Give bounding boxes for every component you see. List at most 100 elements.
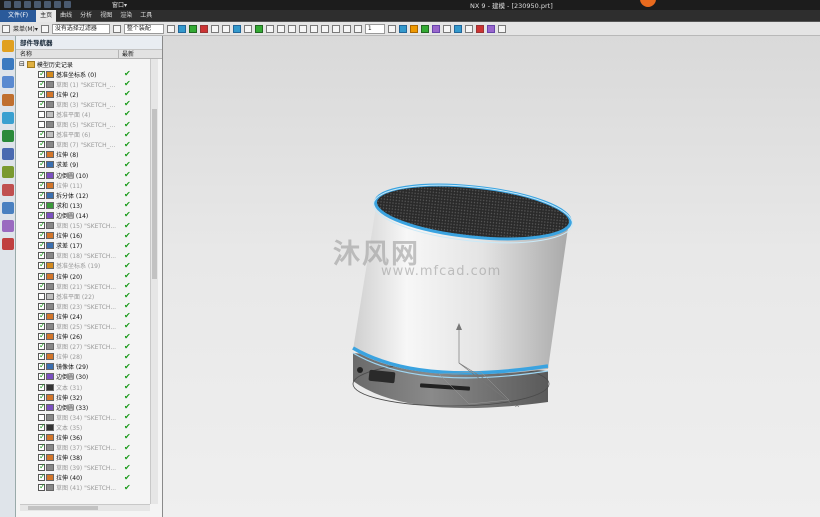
chevron-down-icon[interactable] [166,24,175,33]
tree-node[interactable]: 草图 (21) "SKETCH... ✔ [16,281,149,291]
tab-home[interactable]: 主页 [36,9,57,22]
process-studio-icon[interactable] [2,184,14,196]
paste-icon[interactable] [54,1,61,8]
visibility-checkbox[interactable] [38,311,46,320]
tree-node[interactable]: 拉伸 (32) ✔ [16,392,149,402]
snap-grid-icon[interactable] [254,24,263,33]
tab-analysis[interactable]: 分析 [76,10,96,22]
tree-node[interactable]: 草图 (18) "SKETCH... ✔ [16,250,149,261]
tree-node[interactable]: 拉伸 (20) ✔ [16,271,149,281]
tab-render[interactable]: 渲染 [116,10,136,22]
tree-node[interactable]: 拉伸 (11) ✔ [16,180,149,190]
assembly-navigator-icon[interactable] [2,40,14,52]
rectangle-select-icon[interactable] [221,24,230,33]
tree-node[interactable]: 镜像体 (29) ✔ [16,361,149,372]
point-icon[interactable] [309,24,318,33]
tree-node[interactable]: 拉伸 (2) ✔ [16,89,149,99]
chevron-down-icon[interactable] [112,24,121,33]
tree-node[interactable]: 草图 (15) "SKETCH... ✔ [16,220,149,231]
visibility-checkbox[interactable] [38,432,46,442]
tree-node[interactable]: 求和 (13) ✔ [16,200,149,210]
visibility-checkbox[interactable] [38,129,46,139]
tree-node[interactable]: 拉伸 (36) ✔ [16,432,149,442]
tree-node[interactable]: 求差 (9) ✔ [16,159,149,170]
visibility-checkbox[interactable] [38,69,46,78]
filter-icon[interactable] [188,24,197,33]
gear-icon[interactable] [2,24,10,33]
tree-node[interactable]: 草图 (25) "SKETCH... ✔ [16,321,149,331]
tree-node[interactable]: 边倒圆 (10) ✔ [16,170,149,180]
tree-node[interactable]: 基准平面 (4) ✔ [16,109,149,119]
tree-node[interactable]: 拉伸 (16) ✔ [16,230,149,241]
part-navigator-icon[interactable] [2,76,14,88]
selection-intent-icon[interactable] [232,24,241,33]
tree-node[interactable]: 草图 (34) "SKETCH... ✔ [16,412,149,422]
history-icon[interactable] [2,148,14,160]
tree-node[interactable]: 草图 (39) "SKETCH... ✔ [16,462,149,473]
visibility-checkbox[interactable] [38,139,46,149]
tree-node[interactable]: 草图 (27) "SKETCH... ✔ [16,341,149,352]
system-scenes-icon[interactable] [2,238,14,250]
visibility-checkbox[interactable] [38,442,46,452]
visibility-checkbox[interactable] [38,472,46,482]
navigator-vertical-scrollbar[interactable] [150,59,158,504]
visibility-checkbox[interactable] [38,331,46,341]
visibility-checkbox[interactable] [38,301,46,310]
visibility-checkbox[interactable] [38,402,46,411]
scrollbar-thumb[interactable] [28,506,98,510]
visibility-checkbox[interactable] [38,462,46,472]
circle-icon[interactable] [298,24,307,33]
visibility-checkbox[interactable] [38,121,45,129]
show-hide-icon[interactable] [497,24,506,33]
select-all-icon[interactable] [199,24,208,33]
repeat-command-icon[interactable] [64,1,71,8]
tree-node[interactable]: 拉伸 (8) ✔ [16,149,149,160]
tree-node[interactable]: 拉伸 (40) ✔ [16,472,149,483]
collapse-icon[interactable]: ⊟ [19,60,25,68]
tab-view[interactable]: 视图 [96,10,116,22]
line-icon[interactable] [265,24,274,33]
rotate-icon[interactable] [420,24,429,33]
visibility-checkbox[interactable] [38,190,46,199]
visibility-checkbox[interactable] [38,351,46,361]
visibility-checkbox[interactable] [38,413,45,421]
curve-icon[interactable] [276,24,285,33]
select-icon[interactable] [40,24,49,33]
visibility-checkbox[interactable] [38,210,46,219]
tree-root-model-history[interactable]: ⊟ 模型历史记录 [16,59,149,69]
section-view-icon[interactable] [475,24,484,33]
visibility-checkbox[interactable] [38,271,46,280]
tree-node[interactable]: 拉伸 (24) ✔ [16,311,149,321]
type-filter-select[interactable]: 没有选择过滤器 [51,23,110,34]
snap-intersection-icon[interactable] [353,24,362,33]
tree-node[interactable]: 草图 (3) "SKETCH_... ✔ [16,99,149,109]
visibility-checkbox[interactable] [38,382,46,391]
tree-node[interactable]: 拉伸 (26) ✔ [16,331,149,342]
visibility-checkbox[interactable] [38,392,46,401]
visibility-checkbox[interactable] [38,281,46,290]
navigator-horizontal-scrollbar[interactable] [20,504,150,511]
view-triad-icon[interactable] [243,24,252,33]
tree-node[interactable]: 边倒圆 (33) ✔ [16,402,149,412]
visibility-checkbox[interactable] [38,371,46,381]
tree-node[interactable]: 拉伸 (28) ✔ [16,351,149,362]
visibility-checkbox[interactable] [38,292,45,300]
tab-tools[interactable]: 工具 [136,10,156,22]
visibility-checkbox[interactable] [38,200,46,209]
visibility-checkbox[interactable] [38,159,46,169]
work-layer-select[interactable]: 1 [364,23,385,34]
tree-node[interactable]: 拉伸 (38) ✔ [16,452,149,463]
tree-node[interactable]: 草图 (41) "SKETCH... ✔ [16,482,149,493]
background-icon[interactable] [453,24,462,33]
visibility-checkbox[interactable] [38,111,45,119]
tree-node[interactable]: 求差 (17) ✔ [16,240,149,251]
roles-icon[interactable] [2,220,14,232]
visibility-checkbox[interactable] [38,220,46,230]
scrollbar-thumb[interactable] [152,109,157,279]
visibility-checkbox[interactable] [38,321,46,330]
tree-node[interactable]: 草图 (7) "SKETCH_... ✔ [16,139,149,150]
snap-point-icon[interactable] [177,24,186,33]
plus-icon[interactable] [320,24,329,33]
visibility-checkbox[interactable] [38,89,46,98]
manufacturing-wizard-icon[interactable] [2,202,14,214]
